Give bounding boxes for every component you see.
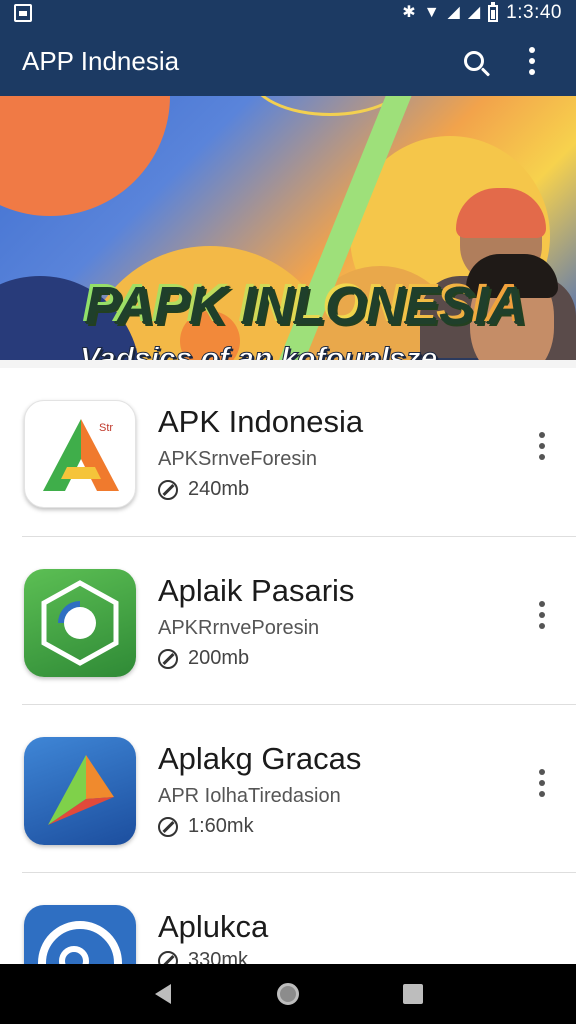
- image-notification-icon: [14, 4, 32, 22]
- app-size: 330mk: [158, 949, 248, 964]
- overflow-menu-button[interactable]: [510, 39, 554, 83]
- app-title-label: Aplakg Gracas: [158, 741, 362, 776]
- search-button[interactable]: [452, 39, 496, 83]
- list-item[interactable]: Str APK Indonesia APKSrnveForesin 240mb: [0, 368, 576, 536]
- list-item[interactable]: Aplukca 330mk: [22, 872, 576, 964]
- app-title-label: Aplukca: [158, 909, 269, 944]
- wifi-icon: ▼: [423, 4, 440, 21]
- recents-button[interactable]: [393, 974, 433, 1014]
- recents-icon: [403, 984, 424, 1004]
- app-list: Str APK Indonesia APKSrnveForesin 240mb …: [0, 368, 576, 964]
- app-size: 240mb: [158, 478, 249, 501]
- list-item[interactable]: Aplaik Pasaris APKRrnvePoresin 200mb: [22, 536, 576, 704]
- list-item[interactable]: Aplakg Gracas APR IolhaTiredasion 1:60mk: [22, 704, 576, 872]
- banner-title: PAPK INLONESIA: [82, 273, 524, 333]
- signal-icon-2: ◢: [467, 4, 481, 21]
- status-bar: ✱ ▼ ◢ ◢ 1:3:40: [0, 0, 576, 26]
- signal-icon: ◢: [447, 4, 460, 21]
- size-icon: [158, 648, 178, 669]
- app-subtitle-label: APKSrnveForesin: [158, 448, 317, 470]
- size-icon: [158, 816, 178, 837]
- battery-icon: [488, 1, 499, 22]
- home-button[interactable]: [268, 974, 308, 1014]
- clock: 1:3:40: [506, 2, 562, 23]
- banner-subtitle: Vadsics of an kofounlsze: [79, 342, 438, 361]
- item-more-button[interactable]: [532, 432, 552, 472]
- app-title-label: Aplaik Pasaris: [158, 573, 355, 608]
- bluetooth-icon: ✱: [402, 4, 416, 21]
- app-size: 1:60mk: [158, 815, 254, 838]
- more-vert-icon: [529, 47, 535, 75]
- blue-ring-icon: [24, 905, 136, 964]
- search-icon: [464, 51, 484, 71]
- item-more-button[interactable]: [532, 601, 552, 641]
- orange-green-a-icon: Str: [24, 400, 136, 508]
- app-title: APP Indnesia: [22, 45, 180, 76]
- home-icon: [276, 983, 299, 1005]
- size-icon: [158, 479, 178, 500]
- app-subtitle-label: APKRrnvePoresin: [158, 617, 320, 639]
- blue-triangle-icon: [24, 737, 136, 845]
- back-button[interactable]: [143, 974, 183, 1014]
- system-nav-bar: [0, 964, 576, 1024]
- back-icon: [154, 984, 171, 1004]
- svg-text:Str: Str: [99, 422, 113, 434]
- app-bar: APP Indnesia: [0, 26, 576, 96]
- app-subtitle-label: APR IolhaTiredasion: [158, 785, 341, 807]
- green-hexagon-icon: [24, 569, 136, 677]
- item-more-button[interactable]: [532, 769, 552, 809]
- app-size: 200mb: [158, 647, 249, 670]
- promo-banner[interactable]: PAPK INLONESIA Vadsics of an kofounlsze: [0, 96, 576, 360]
- size-icon: [158, 950, 178, 964]
- app-title-label: APK Indonesia: [158, 404, 364, 439]
